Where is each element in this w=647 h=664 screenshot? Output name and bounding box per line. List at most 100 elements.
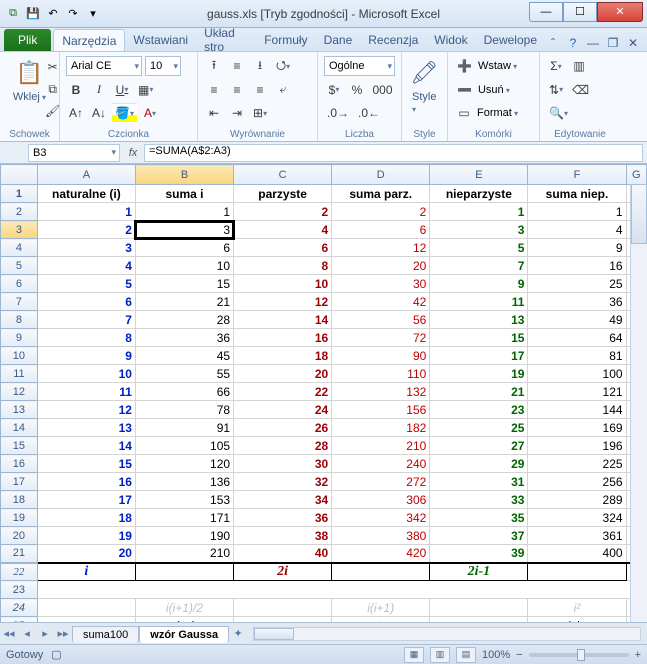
row-header[interactable]: 8 [1,311,38,329]
ribbon-tab[interactable]: Wstawiani [125,29,196,51]
cell[interactable]: 144 [528,401,626,419]
format-painter-icon[interactable]: 🖌 [42,101,63,121]
save-icon[interactable]: 💾 [24,5,42,23]
cell[interactable]: 22 [234,383,332,401]
cell[interactable]: 15 [135,275,233,293]
cell[interactable]: 2 [332,203,430,221]
row-header[interactable]: 17 [1,473,38,491]
cell[interactable]: 20 [332,257,430,275]
align-right-icon[interactable]: ≡ [250,80,270,100]
cell[interactable]: 324 [528,509,626,527]
cell[interactable]: 136 [135,473,233,491]
cell[interactable]: 20 [234,365,332,383]
cell[interactable]: 30 [332,275,430,293]
zoom-in-button[interactable]: + [635,649,641,661]
merge-button[interactable]: ⊞ [250,103,270,123]
cell[interactable]: 2i-1 [430,563,528,581]
cell[interactable]: 4 [528,221,626,239]
cell[interactable]: 306 [332,491,430,509]
cell[interactable]: 36 [135,329,233,347]
format-cells-icon[interactable]: ▭ [454,103,474,123]
comma-format-icon[interactable]: 000 [370,80,395,100]
cell[interactable]: 10 [135,257,233,275]
normal-view-icon[interactable]: ▦ [404,647,424,663]
cell[interactable]: 23 [430,401,528,419]
cell[interactable]: 31 [430,473,528,491]
cell[interactable]: 156 [332,401,430,419]
cell[interactable]: 1 [135,203,233,221]
cell[interactable]: 18 [37,509,135,527]
column-header[interactable]: G [626,165,646,185]
cell[interactable]: 21 [430,383,528,401]
delete-button[interactable]: Usuń [478,84,510,96]
row-header[interactable]: 23 [1,581,38,599]
cell[interactable]: najpierw [528,617,626,623]
orientation-icon[interactable]: ⭯ [273,56,293,76]
cut-icon[interactable]: ✂ [42,57,63,77]
cell[interactable]: 25 [528,275,626,293]
cell[interactable]: 190 [135,527,233,545]
cell[interactable]: 120 [135,455,233,473]
cell[interactable]: 9 [37,347,135,365]
sheet-nav-button[interactable]: ▸▸ [54,625,72,643]
vertical-scrollbar[interactable] [630,184,647,622]
cell[interactable]: 153 [135,491,233,509]
number-format-combo[interactable]: Ogólne [324,56,395,76]
cell[interactable]: 361 [528,527,626,545]
cell[interactable]: 90 [332,347,430,365]
ribbon-tab[interactable]: Dewelope [476,29,545,51]
cell[interactable]: 21 [135,293,233,311]
ribbon-tab[interactable]: Recenzja [360,29,426,51]
zoom-out-button[interactable]: − [516,649,522,661]
spreadsheet-grid[interactable]: ABCDEFG1naturalne (i)suma iparzystesuma … [0,164,647,622]
ribbon-tab[interactable]: Dane [316,29,361,51]
undo-icon[interactable]: ↶ [44,5,62,23]
cell[interactable]: 1 [37,203,135,221]
cell[interactable]: 4 [37,257,135,275]
cell[interactable]: 78 [135,401,233,419]
cell[interactable]: 36 [234,509,332,527]
cell[interactable]: 11 [37,383,135,401]
italic-button[interactable]: I [89,80,109,100]
cell[interactable]: 380 [332,527,430,545]
cell[interactable]: 7 [37,311,135,329]
macro-record-icon[interactable]: ▢ [51,648,61,661]
border-button[interactable]: ▦ [135,80,156,100]
cell[interactable]: 11 [430,293,528,311]
wrap-text-icon[interactable]: ⤶ [273,80,293,100]
cell[interactable]: 28 [135,311,233,329]
cell[interactable]: 14 [37,437,135,455]
cell[interactable]: 3 [37,239,135,257]
ribbon-tab[interactable]: Widok [426,29,475,51]
cell[interactable]: 56 [332,311,430,329]
cell[interactable]: 12 [332,239,430,257]
row-header[interactable]: 7 [1,293,38,311]
cell[interactable]: 17 [430,347,528,365]
cell[interactable]: 16 [234,329,332,347]
cell[interactable]: na końcu [135,617,233,623]
decrease-font-icon[interactable]: A↓ [89,103,109,123]
cell[interactable]: 81 [528,347,626,365]
bold-button[interactable]: B [66,80,86,100]
cell[interactable]: 19 [430,365,528,383]
cell[interactable]: 2 [37,221,135,239]
close-button[interactable]: ✕ [597,2,643,22]
row-header[interactable]: 15 [1,437,38,455]
new-sheet-icon[interactable]: ✦ [229,625,247,643]
align-bottom-icon[interactable]: ⭳ [250,56,270,76]
cell[interactable]: 7 [430,257,528,275]
row-header[interactable]: 19 [1,509,38,527]
cell[interactable]: 121 [528,383,626,401]
maximize-button[interactable]: ☐ [563,2,597,22]
find-select-button[interactable]: 🔍 [546,103,571,123]
cell[interactable] [135,563,233,581]
cell[interactable]: 420 [332,545,430,563]
cell[interactable]: 15 [37,455,135,473]
row-header[interactable]: 25 [1,617,38,623]
page-layout-view-icon[interactable]: ▥ [430,647,450,663]
column-header[interactable]: C [234,165,332,185]
row-header[interactable]: 16 [1,455,38,473]
increase-decimal-icon[interactable]: .0→ [324,103,352,123]
help-icon[interactable]: ? [565,35,581,51]
cell[interactable]: 110 [332,365,430,383]
